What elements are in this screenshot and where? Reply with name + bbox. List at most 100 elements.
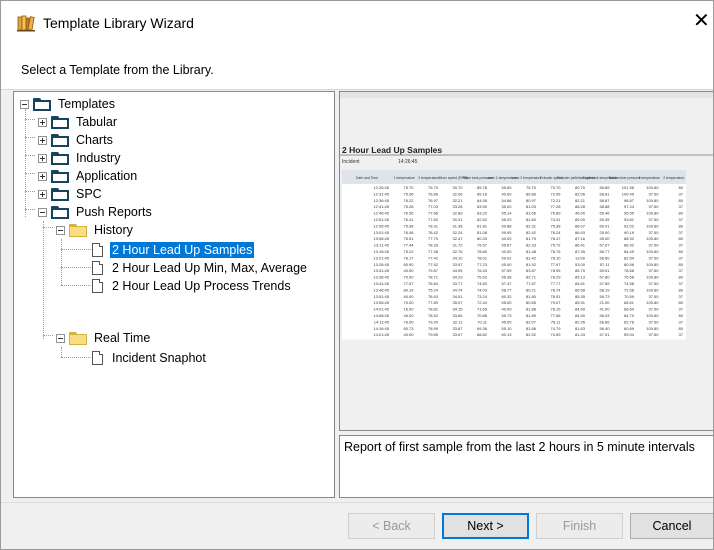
- window-title: Template Library Wizard: [43, 15, 194, 31]
- report-cell: 56.66: [599, 319, 610, 324]
- tree-connector: [61, 285, 91, 286]
- report-cell: 79.07: [550, 300, 561, 305]
- expand-icon[interactable]: [38, 171, 47, 181]
- report-cell: 82.31: [526, 223, 537, 228]
- report-cell: 13.00: [575, 255, 586, 260]
- report-cell: 13:21:45: [373, 255, 389, 260]
- tree-node-push-reports[interactable]: Push Reports: [38, 203, 154, 221]
- collapse-icon[interactable]: [56, 333, 65, 343]
- report-cell: 77.77: [550, 281, 561, 286]
- expand-icon[interactable]: [38, 189, 47, 199]
- library-books-icon: [17, 15, 35, 32]
- report-cell: 78.10: [550, 255, 561, 260]
- report-cell: 100.80: [646, 300, 659, 305]
- report-cell: 85.58: [575, 287, 586, 292]
- tree-node-incident-snaphot[interactable]: Incident Snaphot: [92, 349, 208, 367]
- expand-icon[interactable]: [38, 153, 47, 163]
- tree-node-real-time[interactable]: Real Time: [56, 329, 152, 347]
- report-cell: 83.22: [477, 211, 488, 216]
- report-cell: 75.26: [403, 204, 414, 209]
- tree-node-2-hour-lead-up-samples[interactable]: 2 Hour Lead Up Samples: [92, 241, 255, 259]
- report-cell: 70.00: [403, 275, 414, 280]
- report-cell: 37.50: [648, 230, 659, 235]
- report-cell: 33.66: [452, 313, 463, 318]
- tree-connector: [61, 347, 62, 357]
- template-tree[interactable]: Templates Tabular Charts Industry Applic…: [13, 91, 335, 498]
- tree-connector: [25, 119, 35, 120]
- next-button[interactable]: Next >: [442, 513, 529, 539]
- report-cell: 78.80: [477, 249, 488, 254]
- report-cell: 78.15: [550, 307, 561, 312]
- report-cell: 82.52: [477, 217, 488, 222]
- report-cell: 32.24: [452, 230, 463, 235]
- report-cell: 78.71: [428, 275, 439, 280]
- cancel-button[interactable]: Cancel: [630, 513, 713, 539]
- report-cell: 82.71: [526, 275, 537, 280]
- report-column-header: 2 temperature: [663, 176, 684, 180]
- report-cell: 77.92: [428, 262, 439, 267]
- report-cell: 33.67: [452, 332, 463, 337]
- report-cell: 81.66: [526, 211, 537, 216]
- report-cell: 78.93: [428, 294, 439, 299]
- report-cell: 16.00: [403, 307, 414, 312]
- tree-node-2-hour-lead-up-min-max-average[interactable]: 2 Hour Lead Up Min, Max, Average: [92, 259, 309, 277]
- report-cell: 100.80: [646, 198, 659, 203]
- report-cell: 81.08: [477, 230, 488, 235]
- report-cell: 80: [679, 211, 684, 216]
- report-cell: 37.50: [648, 294, 659, 299]
- report-cell: 34.51: [452, 294, 463, 299]
- report-cell: 37: [679, 230, 684, 235]
- collapse-icon[interactable]: [56, 225, 65, 235]
- report-cell: 80: [679, 326, 684, 331]
- report-cell: 72.58: [624, 287, 635, 292]
- report-cell: 32.06: [452, 191, 463, 196]
- tree-node-templates[interactable]: Templates: [20, 95, 117, 113]
- report-cell: 58.77: [501, 287, 512, 292]
- tree-node-industry[interactable]: Industry: [38, 149, 122, 167]
- report-cell: 77.89: [428, 300, 439, 305]
- tree-node-tabular[interactable]: Tabular: [38, 113, 119, 131]
- tree-connector: [25, 155, 35, 156]
- report-cell: 37: [679, 294, 684, 299]
- close-icon[interactable]: ✕: [693, 11, 710, 31]
- report-cell: 12:31:45: [373, 191, 389, 196]
- report-cell: 60.01: [599, 223, 610, 228]
- collapse-icon[interactable]: [38, 207, 47, 217]
- expand-icon[interactable]: [38, 135, 47, 145]
- tree-node-history[interactable]: History: [56, 221, 135, 239]
- tree-node-2-hour-lead-up-process-trends[interactable]: 2 Hour Lead Up Process Trends: [92, 277, 293, 295]
- tree-node-charts[interactable]: Charts: [38, 131, 115, 149]
- report-cell: 82.52: [526, 332, 537, 337]
- report-cell: 37: [679, 332, 684, 337]
- report-cell: 37: [679, 255, 684, 260]
- report-cell: 81.79: [526, 236, 537, 241]
- folder-icon: [33, 97, 51, 111]
- back-button[interactable]: < Back: [348, 513, 435, 539]
- report-cell: 77.42: [428, 255, 439, 260]
- expand-icon[interactable]: [38, 117, 47, 127]
- report-cell: 100.80: [646, 211, 659, 216]
- tree-node-spc[interactable]: SPC: [38, 185, 104, 203]
- report-cell: 76.58: [624, 275, 635, 280]
- report-cell: 12:26:45: [373, 185, 389, 190]
- report-cell: 37: [679, 243, 684, 248]
- report-cell: 74.79: [550, 326, 561, 331]
- report-cell: 100.45: [622, 191, 635, 196]
- report-cell: 77.57: [403, 281, 414, 286]
- tree-node-label: Templates: [58, 97, 115, 111]
- report-cell: 82.54: [624, 255, 635, 260]
- tree-node-application[interactable]: Application: [38, 167, 139, 185]
- report-cell: 78.81: [428, 307, 439, 312]
- report-cell: 75.72: [550, 243, 561, 248]
- report-preview-sheet: 2 Hour Lead Up Samples Incident 14:26:45…: [340, 92, 713, 430]
- report-cell: 12:51:45: [373, 217, 389, 222]
- report-cell: 76.11: [551, 319, 561, 324]
- collapse-icon[interactable]: [20, 99, 29, 109]
- report-cell: 98.87: [624, 198, 635, 203]
- report-cell: 95.55: [624, 211, 635, 216]
- report-cell: 92.02: [624, 223, 635, 228]
- report-cell: 55.14: [501, 211, 512, 216]
- document-icon: [92, 279, 103, 293]
- report-cell: 81.88: [526, 307, 537, 312]
- finish-button[interactable]: Finish: [536, 513, 623, 539]
